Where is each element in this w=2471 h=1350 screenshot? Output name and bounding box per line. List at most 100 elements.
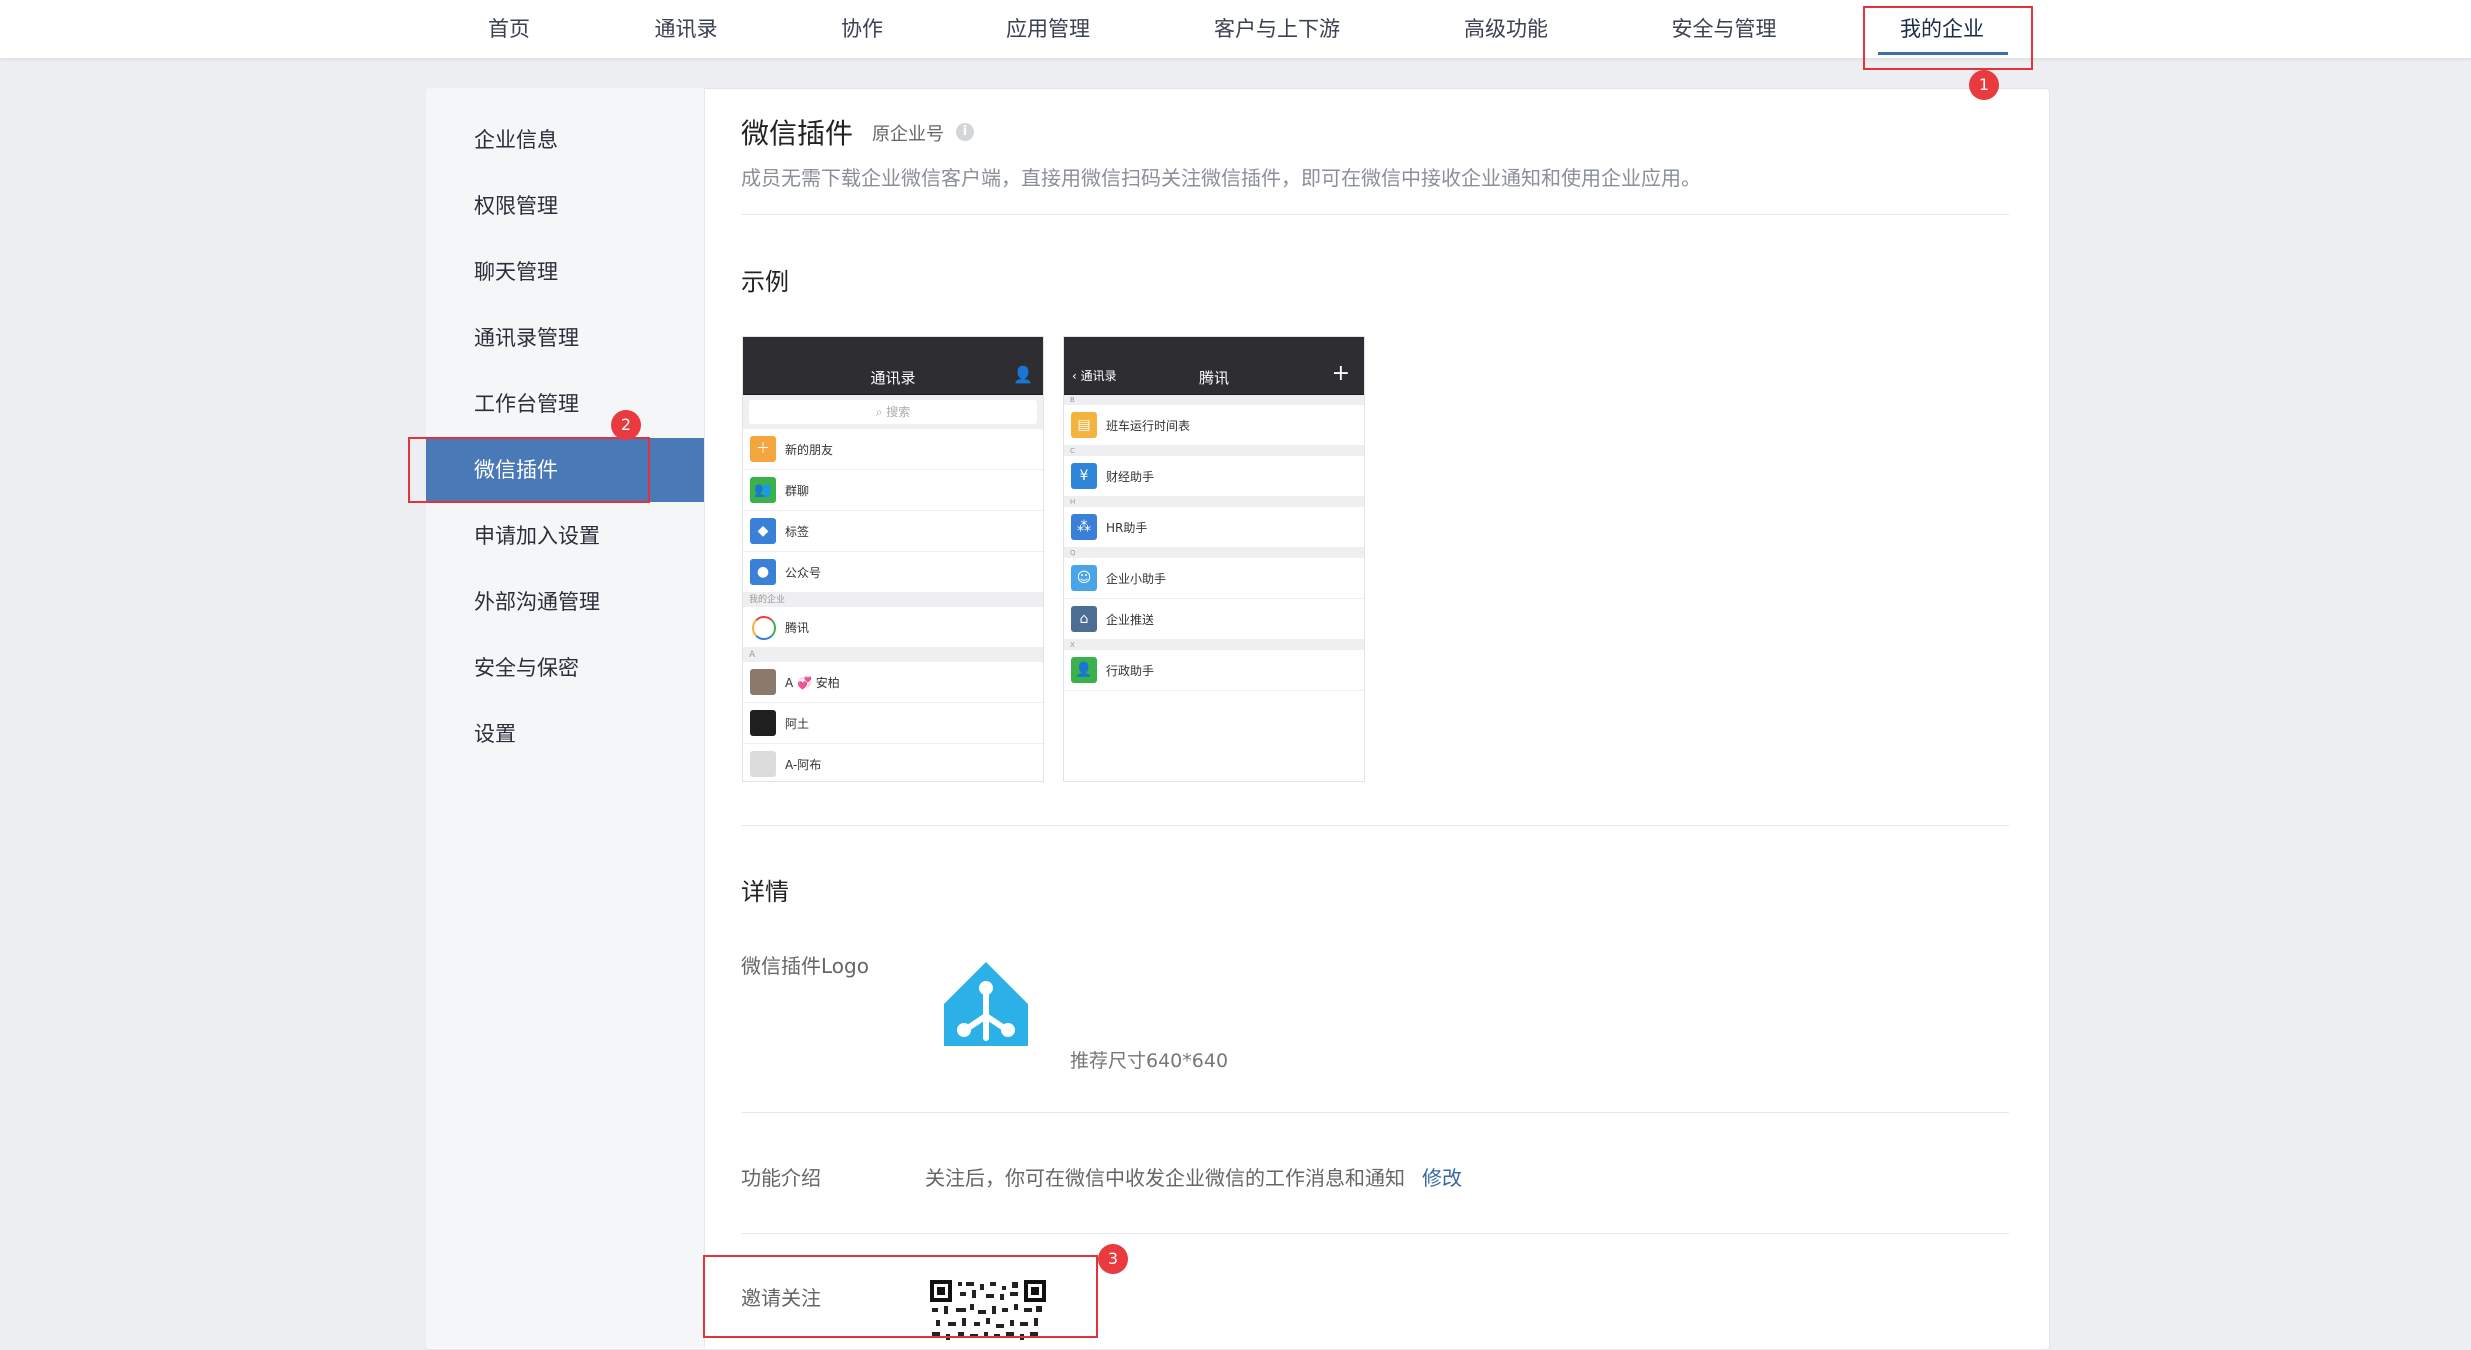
example-phone-company: ‹ 通讯录 腾讯 + B ▤ 班车运行时间表 C ¥ 财经助手 H ⁂ HR助手…: [1063, 336, 1365, 782]
list-item: 👥 群聊: [743, 470, 1043, 511]
step-badge-1: 1: [1969, 70, 1999, 100]
sidebar-item-chat[interactable]: 聊天管理: [426, 240, 704, 304]
highlight-box-sidebar: [408, 437, 650, 503]
list-item: 阿土: [743, 703, 1043, 744]
avatar: [750, 710, 776, 736]
sidebar-item-external[interactable]: 外部沟通管理: [426, 570, 704, 634]
official-account-icon: ●: [750, 559, 776, 585]
divider: [741, 825, 2009, 826]
nav-customers[interactable]: 客户与上下游: [1214, 0, 1340, 58]
list-item: ⌂ 企业推送: [1064, 599, 1364, 640]
logo-size-hint: 推荐尺寸640*640: [1070, 1050, 1229, 1072]
logo-label: 微信插件Logo: [741, 954, 869, 978]
admin-icon: 👤: [1071, 657, 1097, 683]
avatar: [750, 669, 776, 695]
step-badge-3: 3: [1098, 1244, 1128, 1274]
list-item: A-阿布: [743, 744, 1043, 781]
sidebar: 企业信息 权限管理 聊天管理 通讯录管理 工作台管理 微信插件 申请加入设置 外…: [426, 88, 705, 1348]
divider: [741, 1112, 2009, 1113]
nav-contacts[interactable]: 通讯录: [655, 0, 718, 58]
sidebar-item-security[interactable]: 安全与保密: [426, 636, 704, 700]
phone-header: 通讯录 👤: [743, 337, 1043, 395]
details-title: 详情: [741, 878, 789, 906]
list-item-label: 腾讯: [785, 621, 810, 635]
example-title: 示例: [741, 268, 789, 296]
phone-title: 腾讯: [1198, 369, 1229, 387]
nav-collaboration[interactable]: 协作: [841, 0, 883, 58]
divider: [741, 1233, 2009, 1234]
page-description: 成员无需下载企业微信客户端，直接用微信扫码关注微信插件，即可在微信中接收企业通知…: [741, 166, 1701, 190]
group-icon: 👥: [750, 477, 776, 503]
list-item: ¥ 财经助手: [1064, 456, 1364, 497]
edit-feature-link[interactable]: 修改: [1422, 1162, 1462, 1191]
add-contact-icon: 👤: [1013, 365, 1033, 384]
plugin-logo-icon[interactable]: [940, 958, 1032, 1050]
list-item: 腾讯: [743, 607, 1043, 648]
phone-header: ‹ 通讯录 腾讯 +: [1064, 337, 1364, 395]
nav-app-management[interactable]: 应用管理: [1006, 0, 1090, 58]
list-item-label: 财经助手: [1106, 470, 1155, 484]
company-logo-icon: [752, 616, 776, 640]
phone-search-box: ⌕ 搜索: [749, 400, 1037, 424]
phone-search: ⌕ 搜索: [743, 395, 1043, 429]
section-header: B: [1064, 395, 1364, 405]
list-item-label: 新的朋友: [785, 443, 834, 457]
list-item: ◆ 标签: [743, 511, 1043, 552]
section-header: C: [1064, 446, 1364, 456]
list-item: ● 公众号: [743, 552, 1043, 593]
list-item-label: A-阿布: [785, 758, 822, 772]
nav-advanced[interactable]: 高级功能: [1464, 0, 1548, 58]
list-item-label: 阿土: [785, 717, 810, 731]
list-item-label: 公众号: [785, 566, 822, 580]
highlight-box-nav: [1863, 6, 2033, 70]
info-icon[interactable]: i: [956, 123, 974, 141]
list-item-label: HR助手: [1106, 521, 1148, 535]
feature-text: 关注后，你可在微信中收发企业微信的工作消息和通知: [925, 1166, 1405, 1190]
home-icon: ⌂: [1071, 606, 1097, 632]
section-header: Q: [1064, 548, 1364, 558]
sidebar-item-workbench[interactable]: 工作台管理: [426, 372, 704, 436]
list-item-label: A 💞 安柏: [785, 676, 840, 690]
assistant-icon: ☺: [1071, 565, 1097, 591]
hr-icon: ⁂: [1071, 514, 1097, 540]
sidebar-item-company-info[interactable]: 企业信息: [426, 108, 704, 172]
phone-title: 通讯录: [870, 369, 916, 387]
section-header: X: [1064, 640, 1364, 650]
list-item: A 💞 安柏: [743, 662, 1043, 703]
list-item: ▤ 班车运行时间表: [1064, 405, 1364, 446]
avatar: [750, 751, 776, 777]
schedule-icon: ▤: [1071, 412, 1097, 438]
person-add-icon: ＋: [750, 436, 776, 462]
section-header: H: [1064, 497, 1364, 507]
list-item-label: 班车运行时间表: [1106, 419, 1191, 433]
phone-search-placeholder: 搜索: [886, 405, 911, 419]
top-navigation: 首页 通讯录 协作 应用管理 客户与上下游 高级功能 安全与管理 我的企业: [0, 0, 2471, 59]
list-item-label: 行政助手: [1106, 664, 1155, 678]
list-item: ☺ 企业小助手: [1064, 558, 1364, 599]
plus-icon: +: [1331, 361, 1350, 386]
sidebar-item-permissions[interactable]: 权限管理: [426, 174, 704, 238]
page-subtitle: 原企业号: [872, 124, 944, 145]
list-item-label: 群聊: [785, 484, 810, 498]
sidebar-item-contacts[interactable]: 通讯录管理: [426, 306, 704, 370]
list-item-label: 标签: [785, 525, 810, 539]
highlight-box-invite: [703, 1255, 1098, 1338]
sidebar-item-join-settings[interactable]: 申请加入设置: [426, 504, 704, 568]
step-badge-2: 2: [611, 410, 641, 440]
divider: [741, 214, 2009, 215]
tag-icon: ◆: [750, 518, 776, 544]
list-item-label: 企业推送: [1106, 613, 1155, 627]
yen-icon: ¥: [1071, 463, 1097, 489]
nav-home[interactable]: 首页: [488, 0, 530, 58]
page-title: 微信插件: [741, 117, 854, 150]
sidebar-item-settings[interactable]: 设置: [426, 702, 704, 766]
feature-label: 功能介绍: [741, 1166, 821, 1190]
section-header: 我的企业: [743, 593, 1043, 607]
nav-security[interactable]: 安全与管理: [1672, 0, 1777, 58]
list-item-label: 企业小助手: [1106, 572, 1167, 586]
section-header: A: [743, 648, 1043, 662]
list-item: ＋ 新的朋友: [743, 429, 1043, 470]
list-item: ⁂ HR助手: [1064, 507, 1364, 548]
list-item: 👤 行政助手: [1064, 650, 1364, 691]
example-phone-contacts: 通讯录 👤 ⌕ 搜索 ＋ 新的朋友 👥 群聊 ◆ 标签 ● 公众号 我的企业 腾…: [742, 336, 1044, 782]
